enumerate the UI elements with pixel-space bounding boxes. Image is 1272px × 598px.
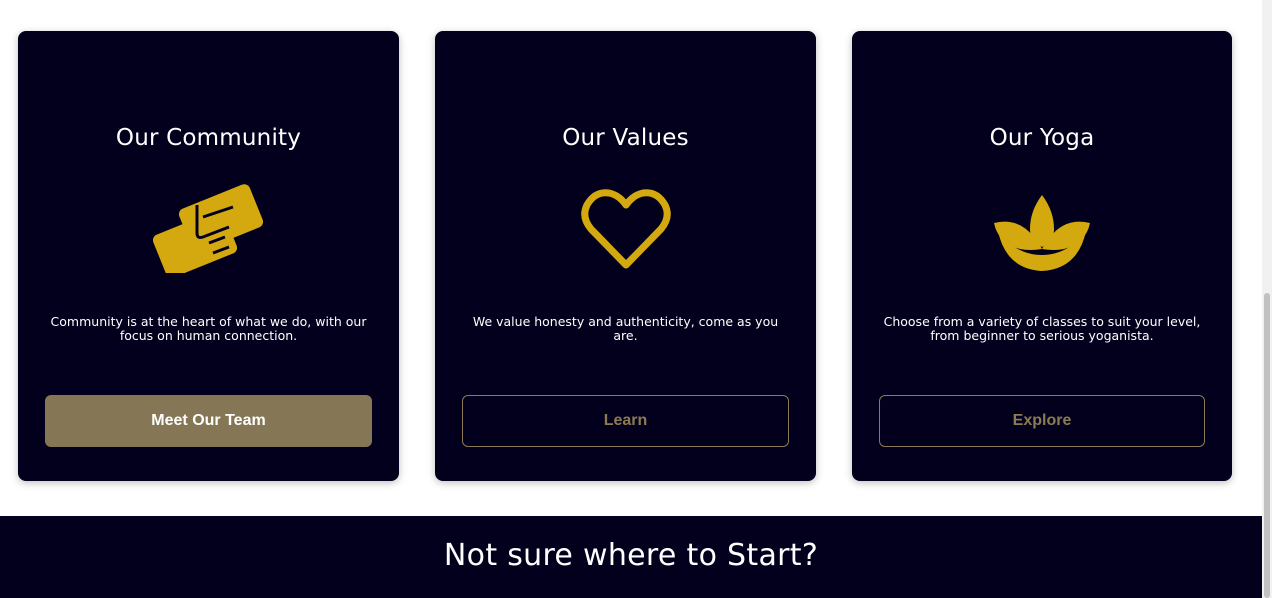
handshake-icon <box>152 183 265 278</box>
page-scrollbar[interactable] <box>1262 0 1272 598</box>
values-card: Our Values We value honesty and authenti… <box>435 31 816 481</box>
community-card-text: Community is at the heart of what we do,… <box>50 314 367 343</box>
values-card-title: Our Values <box>562 125 689 151</box>
meet-our-team-button[interactable]: Meet Our Team <box>45 395 372 447</box>
values-card-text: We value honesty and authenticity, come … <box>472 314 779 343</box>
yoga-card-title: Our Yoga <box>989 125 1095 151</box>
lotus-icon <box>992 183 1092 277</box>
feature-cards-section: Our Community Community is at the heart … <box>0 0 1262 516</box>
heart-icon <box>580 183 671 277</box>
learn-button[interactable]: Learn <box>462 395 789 447</box>
community-card-title: Our Community <box>115 125 302 151</box>
start-banner-title: Not sure where to Start? <box>443 538 819 573</box>
explore-button[interactable]: Explore <box>879 395 1205 447</box>
community-card: Our Community Community is at the heart … <box>18 31 399 481</box>
scrollbar-thumb[interactable] <box>1264 293 1270 598</box>
yoga-card: Our Yoga Choose from a variety of classe… <box>852 31 1232 481</box>
start-banner: Not sure where to Start? <box>0 516 1262 598</box>
yoga-card-text: Choose from a variety of classes to suit… <box>883 314 1201 343</box>
